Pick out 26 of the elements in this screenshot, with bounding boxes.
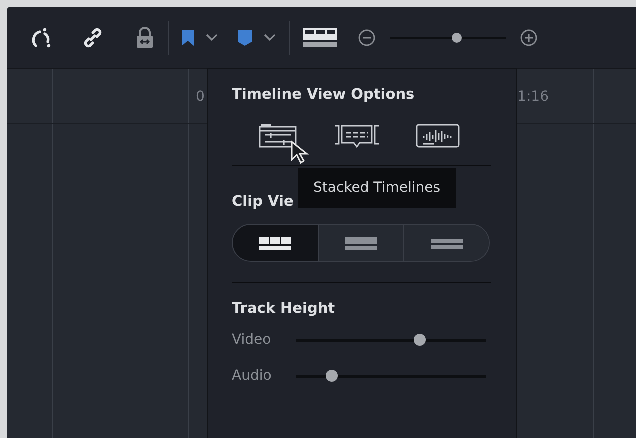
section-heading: Clip Vie [232,194,294,210]
section-heading: Track Height [232,301,336,317]
marker-icon[interactable] [237,28,253,46]
clip-view-option[interactable] [233,225,318,261]
clip-view-icon[interactable] [302,26,338,48]
slider-label: Audio [232,368,273,384]
clip-layout-icon [258,236,292,250]
lock-icon[interactable] [134,26,156,50]
clip-view-option[interactable] [403,225,489,261]
cursor-icon [290,140,310,166]
zoom-in-icon[interactable] [520,28,538,46]
section-heading: Timeline View Options [232,87,415,103]
slider-label: Video [232,332,272,348]
clip-view-option[interactable] [318,225,404,261]
zoom-slider[interactable] [390,32,506,44]
waveform-icon[interactable] [416,123,460,149]
chevron-down-icon[interactable] [263,32,277,42]
clip-layout-icon [344,236,378,250]
subtitle-track-icon[interactable] [333,123,382,149]
timecode: 1:16 [518,89,549,105]
chevron-down-icon[interactable] [205,32,219,42]
timecode: 0 [196,89,205,105]
flag-icon[interactable] [181,28,195,46]
zoom-out-icon[interactable] [358,28,376,46]
tooltip: Stacked Timelines [298,168,456,208]
stacked-timelines-icon[interactable] [257,123,300,149]
